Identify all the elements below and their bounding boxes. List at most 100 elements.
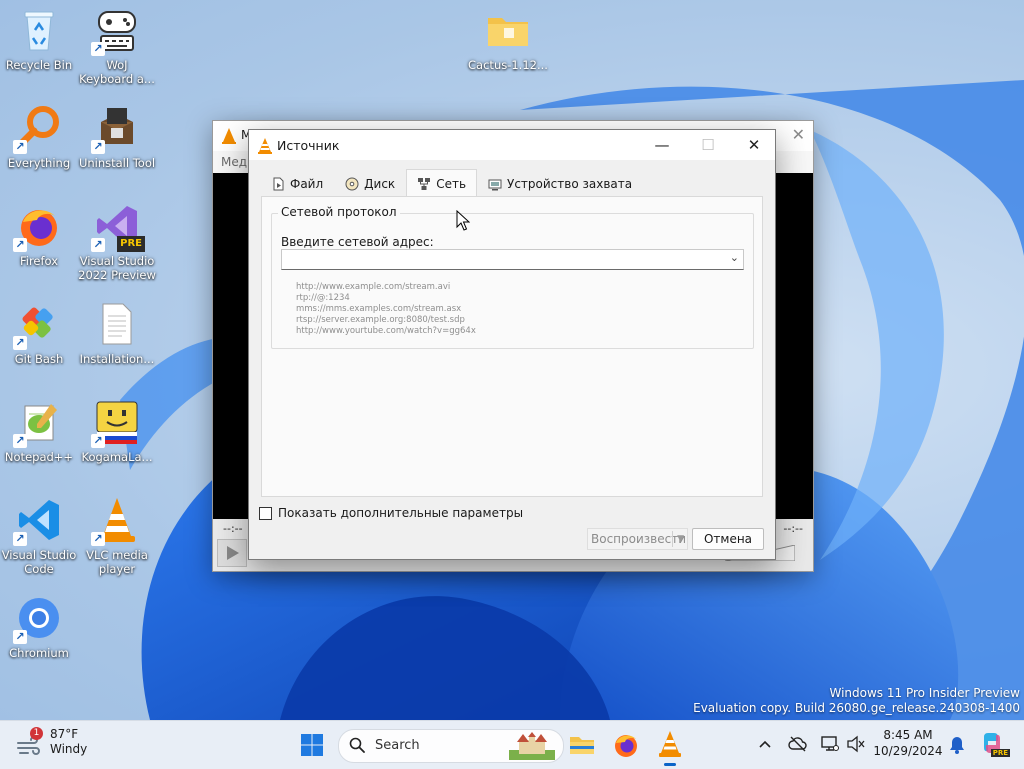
folder-icon — [484, 6, 532, 54]
desktop-icon-uninstall-tool[interactable]: ↗ Uninstall Tool — [78, 104, 156, 170]
shortcut-arrow-icon: ↗ — [13, 238, 27, 252]
chevron-down-icon[interactable]: ⌄ — [730, 251, 739, 264]
kogama-smiley-icon: ↗ — [91, 398, 141, 448]
vlc-cone-icon: ↗ — [91, 496, 141, 546]
desktop-icon-chromium[interactable]: ↗ Chromium — [0, 594, 78, 660]
desktop-icon-woj-keyboard[interactable]: ↗ WoJ Keyboard a... — [78, 6, 156, 86]
recycle-bin-icon — [15, 6, 63, 54]
cancel-button[interactable]: Отмена — [692, 528, 764, 550]
desktop-icon-label: Cactus-1.12... — [468, 58, 548, 72]
desktop-icon-label: Uninstall Tool — [78, 156, 156, 170]
dialog-titlebar[interactable]: Источник — ☐ ✕ — [249, 130, 775, 160]
address-label: Введите сетевой адрес: — [281, 235, 434, 249]
desktop-icon-label: VLC media player — [86, 548, 148, 576]
url-examples: http://www.example.com/stream.avi rtp://… — [296, 282, 476, 337]
desktop-icon-label: Recycle Bin — [5, 58, 73, 72]
magnifier-icon: ↗ — [13, 104, 63, 154]
tray-display[interactable] — [820, 735, 840, 756]
watermark-line: Evaluation copy. Build 26080.ge_release.… — [693, 701, 1020, 715]
tab-label: Сеть — [436, 176, 467, 191]
desktop-icon-cactus-folder[interactable]: Cactus-1.12... — [468, 6, 548, 72]
shortcut-arrow-icon: ↗ — [91, 140, 105, 154]
shortcut-arrow-icon: ↗ — [91, 42, 105, 56]
desktop-icon-vscode[interactable]: ↗ Visual Studio Code — [0, 496, 78, 576]
example-url: http://www.yourtube.com/watch?v=gg64x — [296, 326, 476, 336]
desktop-icon-installation[interactable]: Installation... — [78, 300, 156, 366]
shortcut-arrow-icon: ↗ — [13, 434, 27, 448]
elapsed-time: --:-- — [223, 522, 243, 535]
shortcut-arrow-icon: ↗ — [91, 434, 105, 448]
desktop-icon-git-bash[interactable]: ↗ Git Bash — [0, 300, 78, 366]
tab-file[interactable]: Файл — [261, 171, 334, 197]
capture-device-icon — [488, 179, 502, 190]
shortcut-arrow-icon: ↗ — [13, 630, 27, 644]
weather-desc: Windy — [50, 742, 88, 756]
volume-muted-icon — [847, 735, 865, 753]
tab-disc[interactable]: Диск — [334, 171, 406, 197]
dialog-title: Источник — [277, 138, 340, 153]
windows-logo-icon — [301, 734, 323, 756]
desktop-icon-notepad-plus-plus[interactable]: ↗ Notepad++ — [0, 398, 78, 464]
vlc-cone-icon — [221, 127, 237, 148]
network-address-combobox[interactable]: ⌄ — [281, 249, 744, 270]
uninstall-box-icon: ↗ — [91, 104, 141, 154]
desktop-icon-firefox[interactable]: ↗ Firefox — [0, 202, 78, 268]
maximize-button[interactable]: ☐ — [685, 130, 731, 160]
show-more-options-label: Показать дополнительные параметры — [278, 506, 524, 520]
bell-icon — [950, 737, 964, 754]
close-icon[interactable]: ✕ — [792, 125, 805, 144]
tray-clock[interactable]: 8:45 AM 10/29/2024 — [868, 727, 948, 759]
source-dialog[interactable]: Источник — ☐ ✕ Файл Диск Сеть Устройство… — [248, 129, 776, 560]
clock-time: 8:45 AM — [883, 728, 933, 742]
desktop-icon-everything[interactable]: ↗ Everything — [0, 104, 78, 170]
tab-capture-device[interactable]: Устройство захвата — [477, 171, 643, 197]
tab-network[interactable]: Сеть — [406, 169, 478, 198]
clock-date: 10/29/2024 — [873, 744, 943, 758]
vscode-icon: ↗ — [13, 496, 63, 546]
mouse-cursor-icon — [456, 209, 471, 235]
notifications-button[interactable] — [948, 735, 966, 758]
gamepad-keyboard-icon: ↗ — [91, 6, 141, 56]
close-button[interactable]: ✕ — [731, 130, 777, 160]
example-url: rtp://@:1234 — [296, 293, 350, 303]
start-button[interactable] — [300, 733, 324, 757]
tray-cloud-offline[interactable] — [788, 735, 808, 756]
network-panel: Сетевой протокол Введите сетевой адрес: … — [261, 196, 763, 497]
desktop-icon-recycle-bin[interactable]: Recycle Bin — [0, 6, 78, 72]
play-dropdown-button[interactable]: Воспроизвести ▼ — [587, 528, 688, 550]
show-more-options-checkbox[interactable]: Показать дополнительные параметры — [259, 506, 523, 520]
desktop-icon-label: Chromium — [9, 646, 69, 660]
example-url: mms://mms.examples.com/stream.asx — [296, 304, 462, 314]
network-address-input[interactable] — [282, 250, 725, 267]
taskbar-search[interactable]: Search — [338, 729, 564, 763]
search-highlight-castle-icon — [509, 732, 555, 763]
weather-widget[interactable]: 1 87°F Windy — [14, 727, 87, 759]
play-button[interactable] — [217, 539, 247, 567]
desktop-icon-visual-studio-2022[interactable]: PRE ↗ Visual Studio 2022 Preview — [78, 202, 156, 282]
chevron-down-icon[interactable]: ▼ — [677, 529, 684, 549]
taskbar-app-vlc[interactable] — [656, 729, 684, 762]
taskbar-app-firefox[interactable] — [612, 731, 640, 762]
copilot-button[interactable]: PRE — [980, 731, 1010, 759]
group-title: Сетевой протокол — [278, 205, 400, 219]
source-tabs: Файл Диск Сеть Устройство захвата — [261, 169, 643, 198]
search-icon — [349, 737, 365, 756]
tab-label: Файл — [290, 177, 324, 191]
desktop-icon-label: KogamaLa... — [81, 450, 153, 464]
tab-label: Устройство захвата — [507, 177, 633, 191]
tray-volume-muted[interactable] — [846, 735, 866, 756]
desktop-icon-kogama[interactable]: ↗ KogamaLa... — [78, 398, 156, 464]
shortcut-arrow-icon: ↗ — [13, 336, 27, 350]
watermark-line: Windows 11 Pro Insider Preview — [829, 686, 1020, 700]
display-icon — [821, 736, 839, 751]
checkbox-box[interactable] — [259, 506, 272, 520]
show-hidden-icons-button[interactable] — [758, 737, 772, 754]
weather-alert-badge: 1 — [30, 727, 43, 740]
git-bash-icon: ↗ — [13, 300, 63, 350]
desktop-icon-label: WoJ Keyboard a... — [79, 58, 155, 86]
example-url: http://www.example.com/stream.avi — [296, 282, 451, 292]
taskbar-app-file-explorer[interactable] — [568, 731, 596, 762]
shortcut-arrow-icon: ↗ — [13, 532, 27, 546]
minimize-button[interactable]: — — [639, 130, 685, 160]
desktop-icon-vlc[interactable]: ↗ VLC media player — [78, 496, 156, 576]
